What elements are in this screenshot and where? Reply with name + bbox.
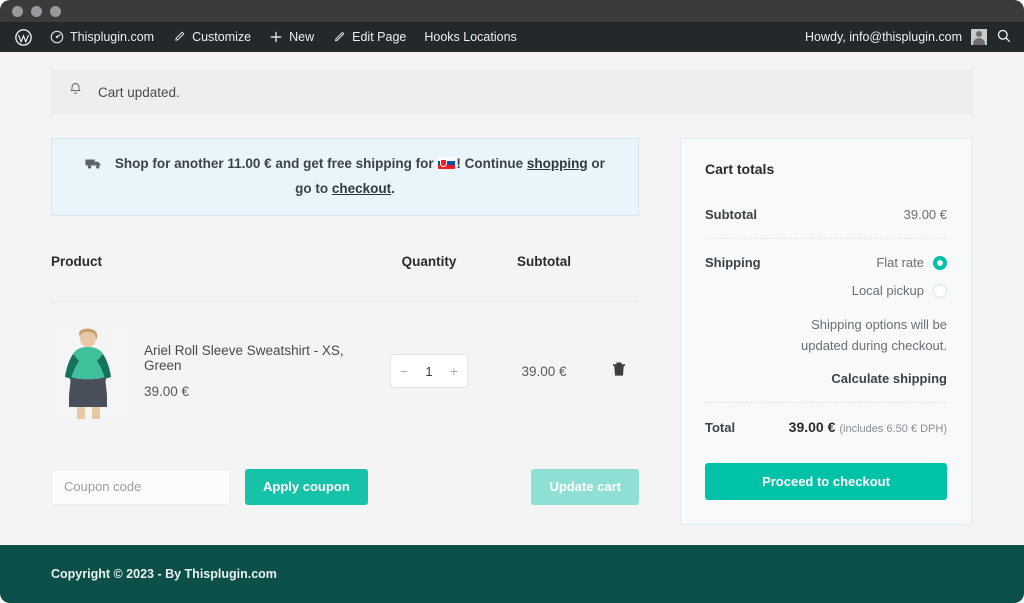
- subtotal-label: Subtotal: [705, 207, 757, 222]
- column-header-subtotal: Subtotal: [517, 253, 571, 269]
- shipping-option-local-pickup-label: Local pickup: [851, 283, 924, 298]
- product-price: 39.00 €: [144, 384, 190, 400]
- remove-item-cell: [599, 300, 639, 441]
- hooks-locations-menu[interactable]: Hooks Locations: [415, 22, 525, 52]
- hooks-locations-label: Hooks Locations: [424, 30, 517, 44]
- checkout-link[interactable]: checkout: [332, 181, 391, 196]
- shipping-row: Shipping Flat rate Local pickup Shipping…: [705, 255, 947, 386]
- divider: [705, 401, 947, 403]
- maximize-window-dot[interactable]: [50, 5, 61, 17]
- ship-notice-amount: 11.00 €: [227, 156, 272, 171]
- quantity-increase-button[interactable]: +: [450, 364, 458, 378]
- site-footer: Copyright © 2023 - By Thisplugin.com: [0, 545, 1024, 603]
- close-window-dot[interactable]: [12, 5, 23, 17]
- column-header-product: Product: [51, 253, 103, 269]
- plus-icon: [269, 30, 283, 44]
- coupon-input[interactable]: [51, 468, 231, 505]
- shipping-note: Shipping options will be updated during …: [801, 317, 947, 354]
- site-name-menu[interactable]: Thisplugin.com: [41, 22, 163, 52]
- customize-menu[interactable]: Customize: [163, 22, 260, 52]
- radio-flat-rate[interactable]: [933, 255, 947, 270]
- shipping-option-local-pickup[interactable]: Local pickup: [761, 283, 947, 298]
- total-row: Total 39.00 € (includes 6.50 € DPH): [705, 419, 947, 437]
- browser-window: Thisplugin.com Customize New Edit Page H…: [0, 0, 1024, 603]
- quantity-cell: − 1 +: [369, 300, 489, 441]
- cart-totals-panel: Cart totals Subtotal 39.00 € Shipping Fl…: [680, 138, 972, 525]
- browser-titlebar: [0, 0, 1024, 22]
- cart-totals-column: Cart totals Subtotal 39.00 € Shipping Fl…: [680, 138, 972, 525]
- update-cart-button[interactable]: Update cart: [531, 468, 639, 505]
- new-content-menu[interactable]: New: [260, 22, 323, 52]
- product-thumbnail-cell: [51, 300, 126, 441]
- page-viewport: Cart updated. Shop for another 11.00 € a…: [0, 52, 1024, 603]
- table-header-row: Product Quantity Subtotal: [51, 254, 639, 302]
- paintbrush-icon: [172, 30, 186, 44]
- shipping-label: Shipping: [705, 255, 761, 270]
- ship-notice-period: .: [391, 181, 395, 197]
- coupon-row: Apply coupon Update cart: [51, 468, 639, 509]
- column-header-quantity: Quantity: [401, 253, 457, 269]
- cart-main-column: Shop for another 11.00 € and get free sh…: [51, 138, 639, 509]
- ship-notice-exclaim: ! Continue: [456, 156, 527, 171]
- ship-notice-middle: and get free shipping for: [271, 156, 438, 171]
- minimize-window-dot[interactable]: [31, 5, 42, 17]
- subtotal-row: Subtotal 39.00 €: [705, 207, 947, 222]
- total-value: 39.00 €: [788, 418, 836, 435]
- dashboard-icon: [50, 30, 64, 44]
- continue-shopping-link[interactable]: shopping: [527, 156, 588, 171]
- calculate-shipping-link[interactable]: Calculate shipping: [761, 371, 947, 386]
- subtotal-value: 39.00 €: [903, 207, 947, 222]
- search-icon[interactable]: [996, 28, 1012, 47]
- customize-label: Customize: [192, 30, 252, 44]
- cart-table: Product Quantity Subtotal Ariel Roll Sle…: [51, 254, 639, 441]
- product-name[interactable]: Ariel Roll Sleeve Sweatshirt - XS, Green: [144, 343, 369, 373]
- bell-icon: [67, 81, 84, 103]
- ship-notice-prefix: Shop for another: [114, 156, 228, 171]
- column-header-remove: [599, 254, 639, 302]
- product-info-cell: Ariel Roll Sleeve Sweatshirt - XS, Green…: [126, 300, 369, 441]
- edit-page-label: Edit Page: [352, 30, 407, 44]
- product-thumbnail[interactable]: [51, 323, 126, 419]
- footer-copyright: Copyright © 2023 - By Thisplugin.com: [51, 567, 277, 581]
- delivery-truck-icon: [84, 159, 107, 174]
- pencil-icon: [332, 30, 346, 44]
- wordpress-logo-icon[interactable]: [6, 22, 41, 52]
- divider: [705, 238, 947, 239]
- quantity-input[interactable]: 1: [425, 364, 432, 379]
- quantity-stepper[interactable]: − 1 +: [390, 354, 468, 389]
- proceed-to-checkout-button[interactable]: Proceed to checkout: [705, 462, 947, 500]
- new-label: New: [289, 30, 315, 44]
- cart-totals-title: Cart totals: [705, 161, 775, 177]
- edit-page-menu[interactable]: Edit Page: [323, 22, 415, 52]
- howdy-label[interactable]: Howdy, info@thisplugin.com: [805, 30, 962, 44]
- trash-icon[interactable]: [612, 362, 626, 381]
- cart-updated-notice: Cart updated.: [51, 70, 973, 114]
- total-label: Total: [705, 419, 736, 435]
- slovakia-flag-icon: [438, 157, 456, 169]
- row-subtotal: 39.00 €: [489, 300, 599, 441]
- shipping-option-flat-rate[interactable]: Flat rate: [761, 255, 947, 270]
- quantity-decrease-button[interactable]: −: [400, 364, 408, 378]
- shipping-option-flat-rate-label: Flat rate: [876, 255, 924, 270]
- avatar[interactable]: [971, 29, 987, 45]
- radio-local-pickup[interactable]: [933, 283, 947, 298]
- apply-coupon-button[interactable]: Apply coupon: [245, 468, 368, 505]
- site-name-label: Thisplugin.com: [70, 30, 155, 44]
- total-tax-note: (includes 6.50 € DPH): [839, 422, 947, 435]
- wp-admin-bar: Thisplugin.com Customize New Edit Page H…: [0, 22, 1024, 52]
- free-shipping-notice: Shop for another 11.00 € and get free sh…: [51, 138, 639, 216]
- cart-updated-text: Cart updated.: [98, 84, 180, 100]
- table-row: Ariel Roll Sleeve Sweatshirt - XS, Green…: [51, 300, 639, 441]
